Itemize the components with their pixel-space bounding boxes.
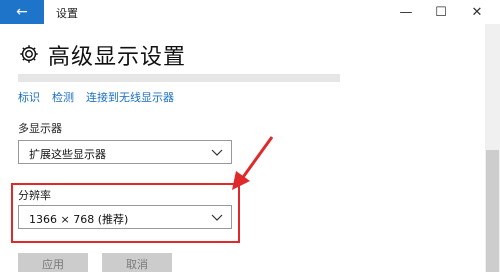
display-links: 标识 检测 连接到无线显示器 [18, 89, 174, 105]
wireless-display-link[interactable]: 连接到无线显示器 [86, 89, 174, 105]
identify-link[interactable]: 标识 [18, 89, 40, 105]
back-arrow-icon: ← [16, 4, 28, 20]
close-button[interactable]: ✕ [458, 0, 496, 24]
minimize-button[interactable]: — [387, 0, 425, 24]
maximize-icon: ☐ [435, 4, 447, 20]
resolution-highlight-box [11, 183, 240, 243]
minimize-icon: — [399, 4, 413, 20]
scrollbar-thumb[interactable] [486, 150, 499, 272]
chevron-down-icon [211, 149, 223, 156]
page-title: 高级显示设置 [48, 45, 187, 70]
multi-display-dropdown[interactable]: 扩展这些显示器 [18, 140, 232, 164]
app-title: 设置 [56, 8, 78, 20]
content-divider [18, 74, 340, 82]
back-button[interactable]: ← [0, 0, 44, 24]
cancel-button[interactable]: 取消 [102, 253, 172, 272]
title-bar: ← 设置 — ☐ ✕ [0, 0, 500, 24]
multi-display-value: 扩展这些显示器 [29, 148, 106, 161]
maximize-button[interactable]: ☐ [422, 0, 460, 24]
close-icon: ✕ [471, 4, 483, 20]
gear-icon [20, 45, 38, 63]
detect-link[interactable]: 检测 [52, 89, 74, 105]
settings-window: ← 设置 — ☐ ✕ 高级显示设置 标识 检测 连接到无线显示器 多显示器 扩展… [0, 0, 500, 272]
apply-button[interactable]: 应用 [18, 253, 88, 272]
multi-display-label: 多显示器 [18, 122, 62, 135]
